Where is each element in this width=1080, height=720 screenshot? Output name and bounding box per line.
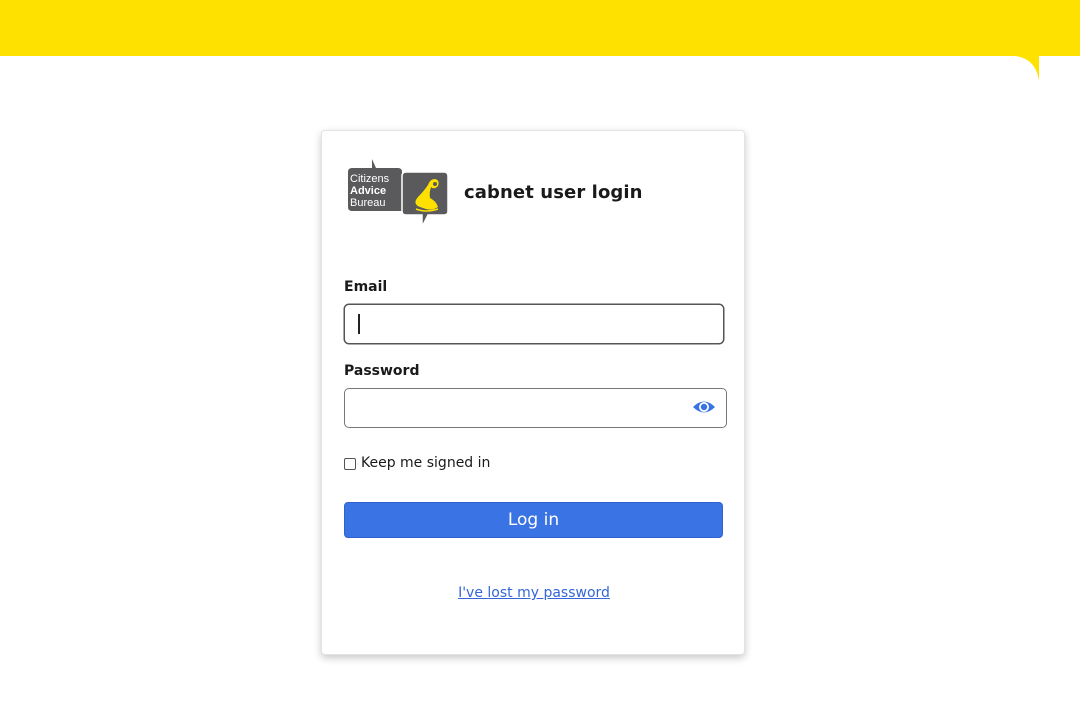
logo-text-bureau: Bureau [350,197,385,209]
email-label: Email [344,279,388,295]
keep-signed-in-row[interactable]: Keep me signed in [344,455,490,471]
logo-text-citizens: Citizens [350,173,390,185]
logo-text-advice: Advice [350,185,386,197]
banner-curl-decoration [990,55,1039,81]
login-title: cabnet user login [464,182,643,203]
login-button[interactable]: Log in [344,502,723,538]
eye-icon[interactable] [692,397,716,417]
top-banner [0,0,1080,56]
email-input[interactable] [344,304,724,344]
lost-password-row: I've lost my password [322,585,746,601]
keep-signed-in-checkbox[interactable] [344,457,356,470]
citizens-advice-bureau-logo: Citizens Advice Bureau [348,159,449,228]
password-input[interactable] [344,388,727,428]
login-card: Citizens Advice Bureau cabnet user login… [321,130,745,655]
lost-password-link[interactable]: I've lost my password [458,585,610,601]
text-cursor [358,314,360,334]
keep-signed-in-label: Keep me signed in [361,455,491,471]
password-label: Password [344,363,420,379]
